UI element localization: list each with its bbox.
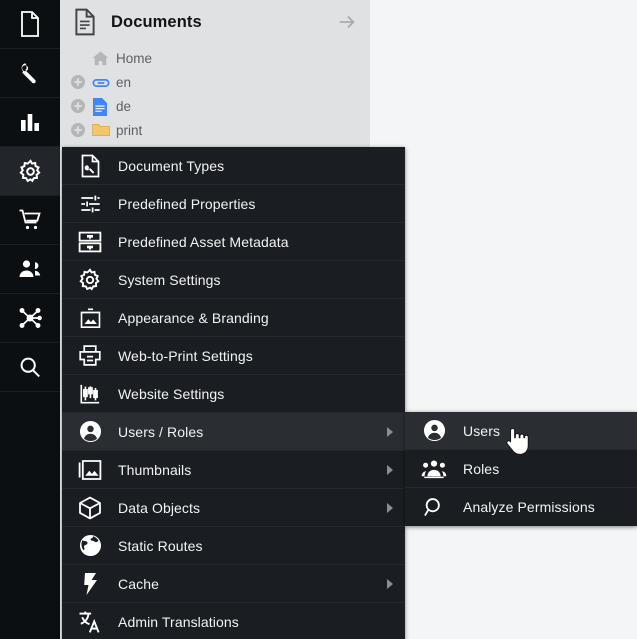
menu-item-label: Thumbnails xyxy=(118,462,191,478)
shopping-cart-icon xyxy=(18,208,42,232)
metadata-rows-icon xyxy=(62,231,118,253)
tree-row[interactable]: en xyxy=(70,70,370,94)
menu-item-label: Document Types xyxy=(118,158,224,174)
menu-item-label: Users / Roles xyxy=(118,424,203,440)
settings-context-menu: Document Types Predefined Properties xyxy=(62,147,405,639)
tree-row[interactable]: print xyxy=(70,118,370,142)
chevron-right-icon xyxy=(387,579,393,589)
documents-tree: Home en xyxy=(60,44,370,142)
bar-chart-icon xyxy=(19,112,41,132)
users-roles-submenu: Users Roles Analyze Permi xyxy=(405,412,637,526)
file-document-icon xyxy=(19,11,41,37)
chevron-right-icon xyxy=(387,427,393,437)
menu-item-admin-translations[interactable]: Admin Translations xyxy=(62,603,405,639)
file-document-icon xyxy=(73,8,97,36)
documents-panel-header: Documents xyxy=(60,0,370,44)
tree-node-label: de xyxy=(116,99,131,114)
tree-node-label: Home xyxy=(116,51,152,66)
menu-item-predefined-properties[interactable]: Predefined Properties xyxy=(62,185,405,223)
translate-icon xyxy=(62,610,118,634)
search-icon xyxy=(405,496,463,519)
rail-item-marketing[interactable] xyxy=(0,245,60,294)
submenu-item-roles[interactable]: Roles xyxy=(405,450,637,488)
tree-row[interactable]: de xyxy=(70,94,370,118)
menu-item-predefined-asset-metadata[interactable]: Predefined Asset Metadata xyxy=(62,223,405,261)
rail-item-settings[interactable] xyxy=(0,147,60,196)
photos-icon xyxy=(62,459,118,481)
candlestick-chart-icon xyxy=(62,383,118,405)
users-icon xyxy=(18,259,42,279)
lightning-bolt-icon xyxy=(62,572,118,596)
menu-item-label: Data Objects xyxy=(118,500,200,516)
menu-item-label: Predefined Properties xyxy=(118,196,256,212)
tree-row[interactable]: Home xyxy=(70,46,370,70)
gear-icon xyxy=(18,159,43,184)
menu-item-label: System Settings xyxy=(118,272,221,288)
user-circle-icon xyxy=(405,419,463,442)
application-window: Documents Home xyxy=(0,0,637,639)
globe-icon xyxy=(62,534,118,557)
document-settings-icon xyxy=(62,154,118,178)
left-icon-rail xyxy=(0,0,60,639)
menu-item-appearance-branding[interactable]: Appearance & Branding xyxy=(62,299,405,337)
link-icon xyxy=(92,74,109,91)
menu-item-document-types[interactable]: Document Types xyxy=(62,147,405,185)
submenu-item-label: Users xyxy=(463,423,500,439)
submenu-item-users[interactable]: Users xyxy=(405,412,637,450)
expand-plus-icon[interactable] xyxy=(70,74,86,90)
image-frame-icon xyxy=(62,307,118,329)
folder-icon xyxy=(92,122,109,139)
menu-item-system-settings[interactable]: System Settings xyxy=(62,261,405,299)
rail-item-assets[interactable] xyxy=(0,49,60,98)
home-icon xyxy=(92,50,109,67)
rail-item-ecommerce[interactable] xyxy=(0,196,60,245)
printer-icon xyxy=(62,344,118,367)
submenu-item-label: Roles xyxy=(463,461,499,477)
menu-item-label: Cache xyxy=(118,576,159,592)
documents-flyout-panel: Documents Home xyxy=(60,0,370,147)
rail-item-documents[interactable] xyxy=(0,0,60,49)
tree-node-label: print xyxy=(116,123,142,138)
sliders-icon xyxy=(62,193,118,215)
expand-plus-icon[interactable] xyxy=(70,122,86,138)
chevron-right-icon xyxy=(387,465,393,475)
expand-plus-icon[interactable] xyxy=(70,98,86,114)
gear-icon xyxy=(62,268,118,292)
chevron-right-icon xyxy=(387,503,393,513)
submenu-item-analyze-permissions[interactable]: Analyze Permissions xyxy=(405,488,637,526)
documents-panel-title: Documents xyxy=(111,13,336,32)
menu-item-web-to-print-settings[interactable]: Web-to-Print Settings xyxy=(62,337,405,375)
rail-item-data-objects[interactable] xyxy=(0,98,60,147)
menu-item-label: Admin Translations xyxy=(118,614,239,630)
network-nodes-icon xyxy=(18,306,42,330)
wrench-icon xyxy=(18,61,42,85)
search-icon xyxy=(18,355,42,379)
menu-item-label: Static Routes xyxy=(118,538,203,554)
menu-item-data-objects[interactable]: Data Objects xyxy=(62,489,405,527)
user-circle-icon xyxy=(62,420,118,443)
cube-icon xyxy=(62,496,118,520)
menu-item-label: Predefined Asset Metadata xyxy=(118,234,289,250)
menu-item-static-routes[interactable]: Static Routes xyxy=(62,527,405,565)
rail-item-search[interactable] xyxy=(0,343,60,392)
rail-item-tools[interactable] xyxy=(0,294,60,343)
tree-node-label: en xyxy=(116,75,131,90)
menu-item-label: Web-to-Print Settings xyxy=(118,348,253,364)
page-icon xyxy=(92,98,109,115)
menu-item-users-roles[interactable]: Users / Roles xyxy=(62,413,405,451)
menu-item-website-settings[interactable]: Website Settings xyxy=(62,375,405,413)
menu-item-label: Appearance & Branding xyxy=(118,310,269,326)
menu-item-cache[interactable]: Cache xyxy=(62,565,405,603)
menu-item-thumbnails[interactable]: Thumbnails xyxy=(62,451,405,489)
submenu-item-label: Analyze Permissions xyxy=(463,499,595,515)
menu-item-label: Website Settings xyxy=(118,386,224,402)
arrow-right-icon[interactable] xyxy=(336,11,358,33)
group-icon xyxy=(405,459,463,479)
